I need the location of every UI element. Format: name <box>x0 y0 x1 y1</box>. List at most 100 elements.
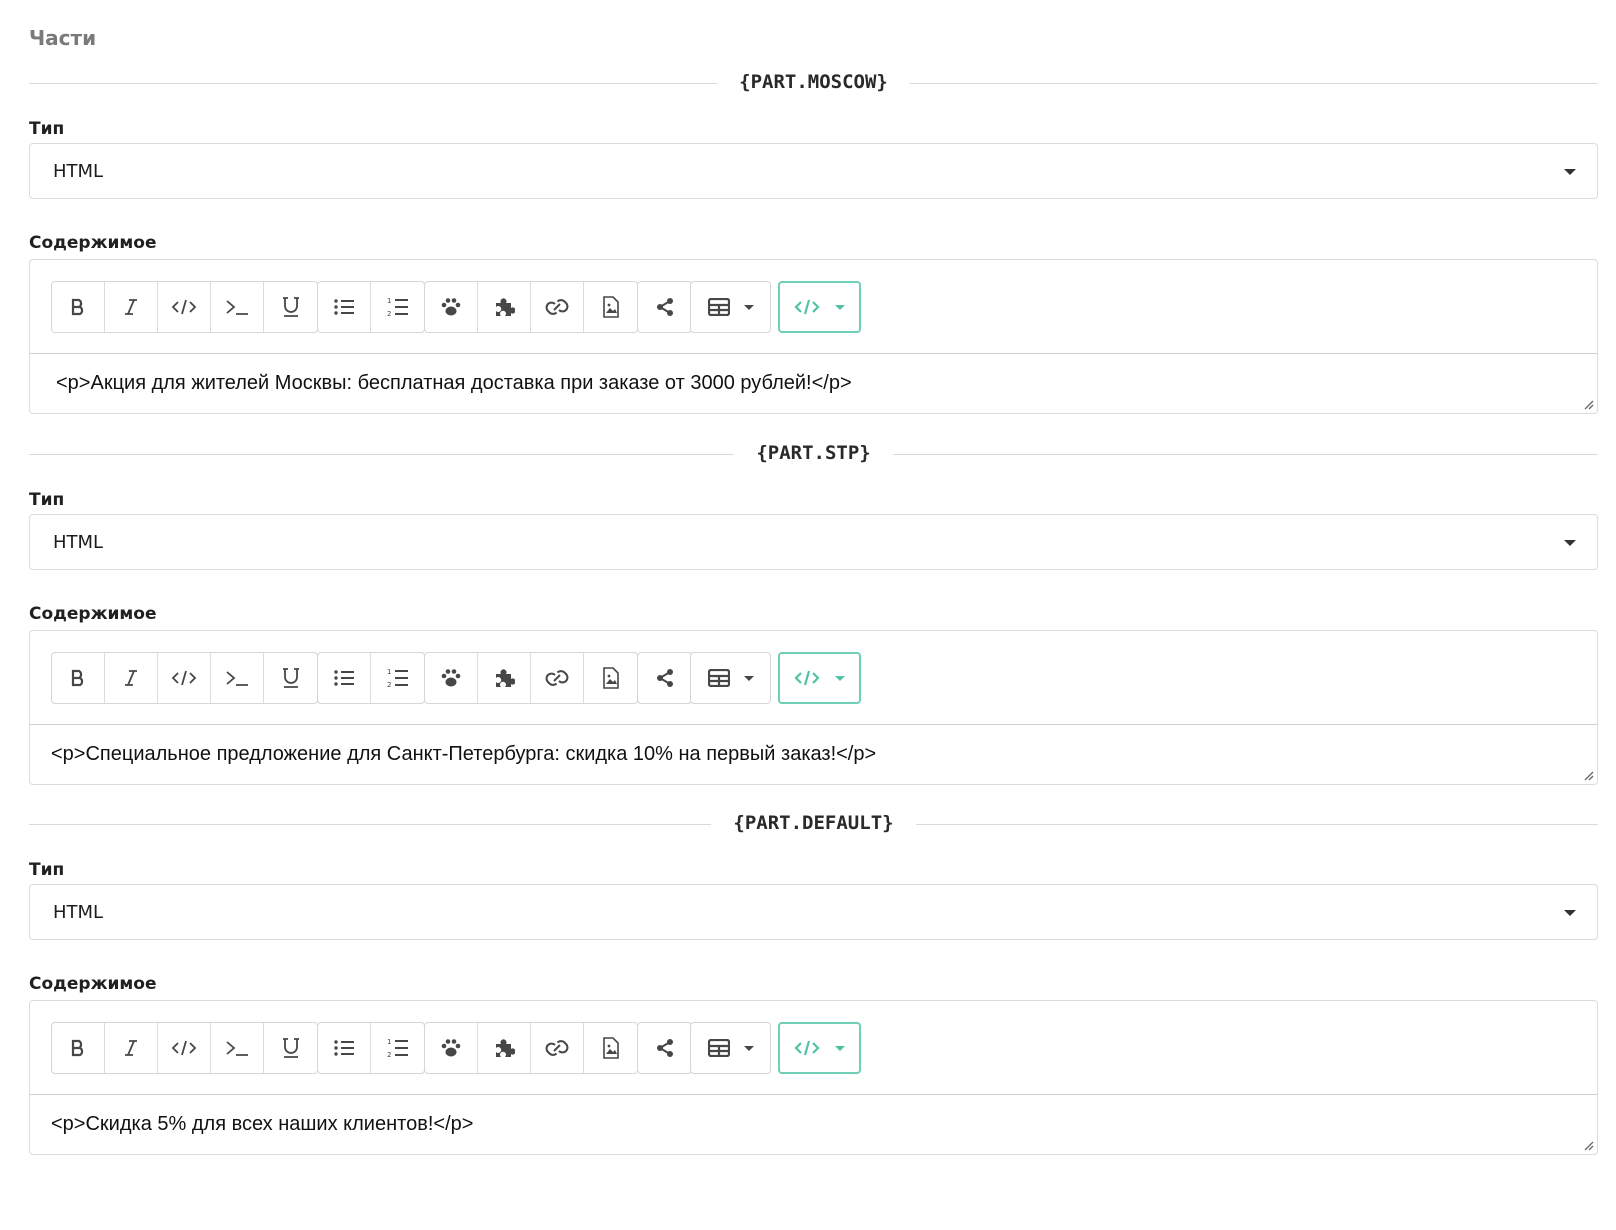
bold-button[interactable] <box>52 282 105 332</box>
section-title: Части <box>29 26 97 50</box>
part-divider: {PART.DEFAULT} <box>29 812 1598 836</box>
page: Части {PART.MOSCOW} Тип HTML Содержимое <box>0 0 1616 1230</box>
underline-button[interactable] <box>264 282 317 332</box>
image-button[interactable] <box>584 1023 637 1073</box>
numbered-list-button[interactable]: 12 <box>371 653 424 703</box>
svg-text:1: 1 <box>387 1038 391 1046</box>
bullet-list-icon <box>334 299 354 315</box>
chevron-down-icon <box>1564 169 1576 175</box>
italic-icon <box>125 1040 137 1056</box>
puzzle-icon <box>496 669 515 687</box>
numbered-list-button[interactable]: 12 <box>371 282 424 332</box>
image-button[interactable] <box>584 653 637 703</box>
content-label: Содержимое <box>29 233 157 253</box>
share-button-group <box>637 281 692 333</box>
italic-icon <box>125 299 137 315</box>
italic-button[interactable] <box>105 653 158 703</box>
chevron-down-icon <box>1564 910 1576 916</box>
code-button[interactable] <box>158 282 211 332</box>
caret-down-icon <box>835 675 845 681</box>
bold-button[interactable] <box>52 1023 105 1073</box>
paw-button[interactable] <box>425 282 478 332</box>
bullet-list-icon <box>334 670 354 686</box>
svg-text:2: 2 <box>387 310 391 318</box>
content-textarea[interactable]: <p>Акция для жителей Москвы: бесплатная … <box>30 355 1597 413</box>
type-select[interactable]: HTML <box>29 143 1598 199</box>
content-editor: 12 <box>29 259 1598 414</box>
divider-line-right <box>892 453 1599 455</box>
terminal-icon <box>226 300 248 315</box>
numbered-list-button[interactable]: 12 <box>371 1023 424 1073</box>
italic-icon <box>125 670 137 686</box>
source-code-icon <box>794 670 820 686</box>
numbered-list-icon: 12 <box>387 297 408 318</box>
divider-line-left <box>29 823 712 825</box>
content-label: Содержимое <box>29 974 157 994</box>
content-text: <p>Специальное предложение для Санкт-Пет… <box>51 743 877 765</box>
content-textarea[interactable]: <p>Специальное предложение для Санкт-Пет… <box>30 726 1597 784</box>
resize-handle-icon[interactable] <box>1582 1139 1594 1151</box>
bullet-list-button[interactable] <box>318 282 371 332</box>
image-file-icon <box>602 296 619 318</box>
paw-button[interactable] <box>425 653 478 703</box>
paw-button[interactable] <box>425 1023 478 1073</box>
resize-handle-icon[interactable] <box>1582 769 1594 781</box>
image-button[interactable] <box>584 282 637 332</box>
share-button[interactable] <box>638 653 691 703</box>
link-icon <box>545 670 569 686</box>
paw-icon <box>441 1039 461 1057</box>
terminal-button[interactable] <box>211 1023 264 1073</box>
table-dropdown-button[interactable] <box>691 1023 770 1073</box>
underline-icon <box>282 1038 299 1058</box>
table-icon <box>708 298 730 316</box>
caret-down-icon <box>835 1045 845 1051</box>
bullet-list-button[interactable] <box>318 1023 371 1073</box>
terminal-button[interactable] <box>211 282 264 332</box>
link-button[interactable] <box>531 1023 584 1073</box>
image-file-icon <box>602 1037 619 1059</box>
share-button[interactable] <box>638 1023 691 1073</box>
bullet-list-icon <box>334 1040 354 1056</box>
divider-line-right <box>909 82 1598 84</box>
type-select-value: HTML <box>53 532 104 553</box>
editor-toolbar: 12 <box>30 631 1597 725</box>
share-button[interactable] <box>638 282 691 332</box>
svg-text:1: 1 <box>387 297 391 305</box>
italic-button[interactable] <box>105 282 158 332</box>
puzzle-button[interactable] <box>478 653 531 703</box>
share-icon <box>656 1039 673 1057</box>
puzzle-icon <box>496 298 515 316</box>
source-button-group <box>778 652 861 704</box>
puzzle-button[interactable] <box>478 1023 531 1073</box>
content-textarea[interactable]: <p>Скидка 5% для всех наших клиентов!</p… <box>30 1096 1597 1154</box>
table-dropdown-button[interactable] <box>691 653 770 703</box>
italic-button[interactable] <box>105 1023 158 1073</box>
underline-button[interactable] <box>264 653 317 703</box>
terminal-button[interactable] <box>211 653 264 703</box>
format-button-group <box>51 281 318 333</box>
link-button[interactable] <box>531 282 584 332</box>
code-button[interactable] <box>158 653 211 703</box>
share-icon <box>656 298 673 316</box>
bold-button[interactable] <box>52 653 105 703</box>
type-select[interactable]: HTML <box>29 514 1598 570</box>
source-code-dropdown-button[interactable] <box>780 283 859 331</box>
source-code-dropdown-button[interactable] <box>780 1024 859 1072</box>
caret-down-icon <box>744 675 754 681</box>
type-select[interactable]: HTML <box>29 884 1598 940</box>
link-button[interactable] <box>531 653 584 703</box>
code-button[interactable] <box>158 1023 211 1073</box>
share-button-group <box>637 1022 692 1074</box>
underline-icon <box>282 668 299 688</box>
chevron-down-icon <box>1564 540 1576 546</box>
content-editor: 12 <box>29 630 1598 785</box>
content-text: <p>Скидка 5% для всех наших клиентов!</p… <box>51 1113 474 1135</box>
table-dropdown-button[interactable] <box>691 282 770 332</box>
terminal-icon <box>226 671 248 686</box>
puzzle-button[interactable] <box>478 282 531 332</box>
part-divider: {PART.STP} <box>29 442 1599 466</box>
bullet-list-button[interactable] <box>318 653 371 703</box>
resize-handle-icon[interactable] <box>1582 398 1594 410</box>
source-code-dropdown-button[interactable] <box>780 654 859 702</box>
underline-button[interactable] <box>264 1023 317 1073</box>
